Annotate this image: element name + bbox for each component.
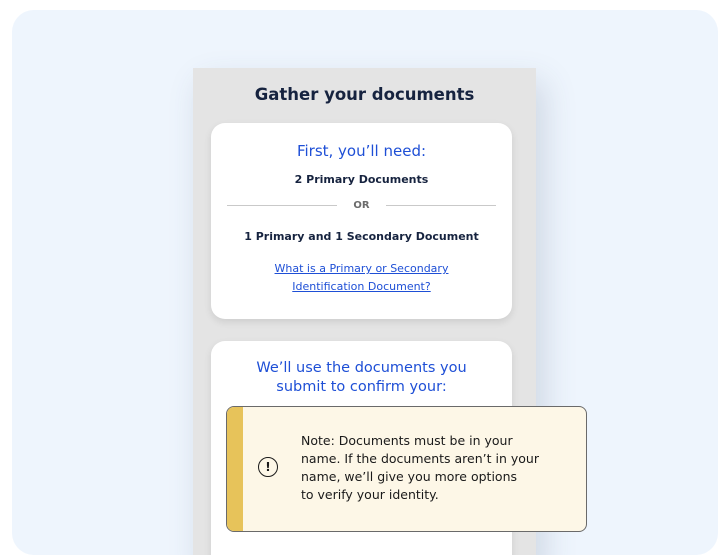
note-text-line: to verify your identity. [301,487,439,502]
divider-or-label: OR [353,200,370,211]
requirements-heading: First, you’ll need: [296,142,427,160]
confirmation-heading: We’ll use the documents you submit to co… [229,359,494,397]
note-text-line: name. If the documents aren’t in your [301,451,539,466]
confirmation-heading-line: We’ll use the documents you [256,360,467,376]
document-requirements-card: First, you’ll need: 2 Primary Documents … [211,123,512,319]
note-text-line: Note: Documents must be in your [301,433,513,448]
identity-note-callout: ! Note: Documents must be in your name. … [226,406,587,532]
note-text-line: name, we’ll give you more options [301,469,518,484]
divider-line-left [227,205,338,206]
identification-document-info-link[interactable]: What is a Primary or Secondary Identific… [251,260,472,296]
link-line[interactable]: Identification Document? [251,278,472,296]
option-two-primary: 2 Primary Documents [294,173,429,186]
link-line[interactable]: What is a Primary or Secondary [251,260,472,278]
option-primary-and-secondary: 1 Primary and 1 Secondary Document [244,230,479,243]
exclamation-circle-icon: ! [258,457,278,477]
divider-line-right [385,205,497,206]
confirmation-heading-line: submit to confirm your: [276,379,447,395]
page-title: Gather your documents [254,85,475,104]
note-accent-stripe [227,407,243,531]
note-text: Note: Documents must be in your name. If… [301,432,571,504]
or-divider: OR [227,200,497,211]
